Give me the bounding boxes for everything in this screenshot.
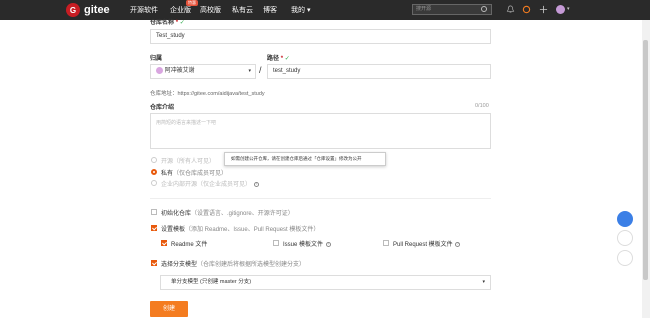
- template-label: 设置模板: [161, 227, 186, 233]
- path-separator: /: [259, 65, 262, 75]
- private-note: （仅仓库成员可见）: [173, 171, 228, 177]
- repo-name-label: 仓库名称 * ✓: [150, 17, 185, 26]
- init-label: 初始化仓库: [161, 211, 192, 217]
- public-note: （所有人可见）: [173, 159, 216, 165]
- gitee-logo[interactable]: G gitee: [66, 3, 110, 17]
- path-label: 路径 * ✓: [267, 53, 290, 62]
- nav-private-cloud[interactable]: 私有云: [232, 5, 253, 15]
- internal-option[interactable]: 企业内部开源（仅企业成员可见） ?: [161, 179, 259, 188]
- issue-checkbox[interactable]: [273, 240, 279, 246]
- nav-mine-label: 我的: [291, 7, 305, 14]
- info-icon[interactable]: ?: [253, 181, 259, 187]
- plus-icon[interactable]: [539, 5, 548, 14]
- chevron-down-icon: ▾: [248, 68, 251, 74]
- enterprise-promo-badge: 特惠: [186, 0, 198, 6]
- intro-counter: 0/100: [475, 103, 489, 109]
- repo-url-hint: 仓库地址：https://gitee.com/aidijava/test_stu…: [150, 91, 265, 97]
- branch-option[interactable]: 选择分支模型（仓库创建后将根据所选模型创建分支）: [161, 259, 305, 268]
- template-option[interactable]: 设置模板（添加 Readme、Issue、Pull Request 模板文件）: [161, 224, 319, 233]
- nav-university[interactable]: 高校版: [200, 5, 221, 15]
- issue-option[interactable]: Issue 模板文件 ?: [283, 239, 331, 248]
- branch-model-select[interactable]: 单分支模型 (只创建 master 分支) ▾: [160, 275, 491, 290]
- template-checkbox[interactable]: [151, 225, 157, 231]
- check-icon: ✓: [179, 20, 185, 26]
- required-mark: *: [280, 56, 284, 62]
- search-icon[interactable]: [481, 6, 487, 12]
- pr-option[interactable]: Pull Request 模板文件 ?: [393, 239, 461, 248]
- public-option[interactable]: 开源（所有人可见）: [161, 156, 215, 165]
- private-label: 私有: [161, 171, 174, 177]
- page-scrollbar-thumb[interactable]: [643, 40, 648, 280]
- section-divider: [150, 198, 491, 199]
- chevron-down-icon: ▾: [306, 7, 311, 14]
- private-radio[interactable]: [151, 169, 157, 175]
- branch-label: 选择分支模型: [161, 262, 198, 268]
- private-option[interactable]: 私有（仅仓库成员可见）: [161, 168, 227, 177]
- intro-label: 仓库介绍: [150, 105, 175, 111]
- pr-label: Pull Request 模板文件: [393, 242, 453, 248]
- internal-label: 企业内部开源: [161, 182, 198, 188]
- owner-avatar: [156, 66, 163, 74]
- orange-gift-icon[interactable]: [522, 5, 531, 14]
- feedback-icon[interactable]: [617, 230, 633, 246]
- init-note: （设置语言、.gitignore、开源许可证）: [191, 211, 294, 217]
- repo-name-label-text: 仓库名称: [150, 20, 175, 26]
- template-note: （添加 Readme、Issue、Pull Request 模板文件）: [185, 227, 320, 233]
- repo-name-input[interactable]: Test_study: [150, 29, 491, 44]
- intro-textarea[interactable]: 用简短的语言来描述一下吧: [150, 113, 491, 149]
- init-repo-option[interactable]: 初始化仓库（设置语言、.gitignore、开源许可证）: [161, 208, 294, 217]
- search-input[interactable]: 搜开源: [412, 4, 492, 15]
- owner-value: 阿冲被艾谢: [164, 68, 195, 74]
- nav-enterprise[interactable]: 企业版: [170, 5, 191, 15]
- user-avatar[interactable]: [556, 5, 565, 14]
- check-icon: ✓: [284, 56, 290, 62]
- create-button[interactable]: 创建: [150, 301, 188, 317]
- pr-checkbox[interactable]: [383, 240, 389, 246]
- top-navbar: G gitee 开源软件 企业版 特惠 高校版 私有云 博客 我的 ▾ 搜开源 …: [0, 0, 650, 20]
- logo-text: gitee: [84, 4, 110, 16]
- branch-checkbox[interactable]: [151, 260, 157, 266]
- internal-radio[interactable]: [151, 180, 157, 186]
- nav-blog[interactable]: 博客: [263, 5, 277, 15]
- back-to-top-icon[interactable]: [617, 250, 633, 266]
- required-mark: *: [175, 20, 179, 26]
- avatar-chevron-icon[interactable]: ▾: [567, 6, 570, 12]
- issue-label: Issue 模板文件: [283, 242, 324, 248]
- public-radio[interactable]: [151, 157, 157, 163]
- path-label-text: 路径: [267, 56, 280, 62]
- branch-model-value: 单分支模型 (只创建 master 分支): [171, 279, 252, 285]
- path-input[interactable]: test_study: [267, 64, 491, 79]
- readme-checkbox[interactable]: [161, 240, 167, 246]
- init-repo-checkbox[interactable]: [151, 209, 157, 215]
- internal-note: （仅企业成员可见）: [197, 182, 252, 188]
- info-icon[interactable]: ?: [325, 241, 331, 247]
- public-disabled-tooltip: 如需创建公开仓库，请在创建仓库后通过「仓库设置」修改为公开: [224, 152, 386, 166]
- branch-note: （仓库创建后将根据所选模型创建分支）: [197, 262, 306, 268]
- public-label: 开源: [161, 159, 174, 165]
- owner-select[interactable]: 阿冲被艾谢 ▾: [150, 64, 256, 79]
- chevron-down-icon: ▾: [482, 279, 485, 285]
- nav-open-source[interactable]: 开源软件: [130, 5, 158, 15]
- info-icon[interactable]: ?: [455, 241, 461, 247]
- nav-mine[interactable]: 我的 ▾: [291, 5, 310, 15]
- logo-badge: G: [66, 3, 80, 17]
- bell-icon[interactable]: [506, 5, 515, 14]
- readme-option[interactable]: Readme 文件: [171, 239, 207, 248]
- owner-label: 归属: [150, 56, 163, 62]
- chat-assistant-icon[interactable]: [617, 211, 633, 227]
